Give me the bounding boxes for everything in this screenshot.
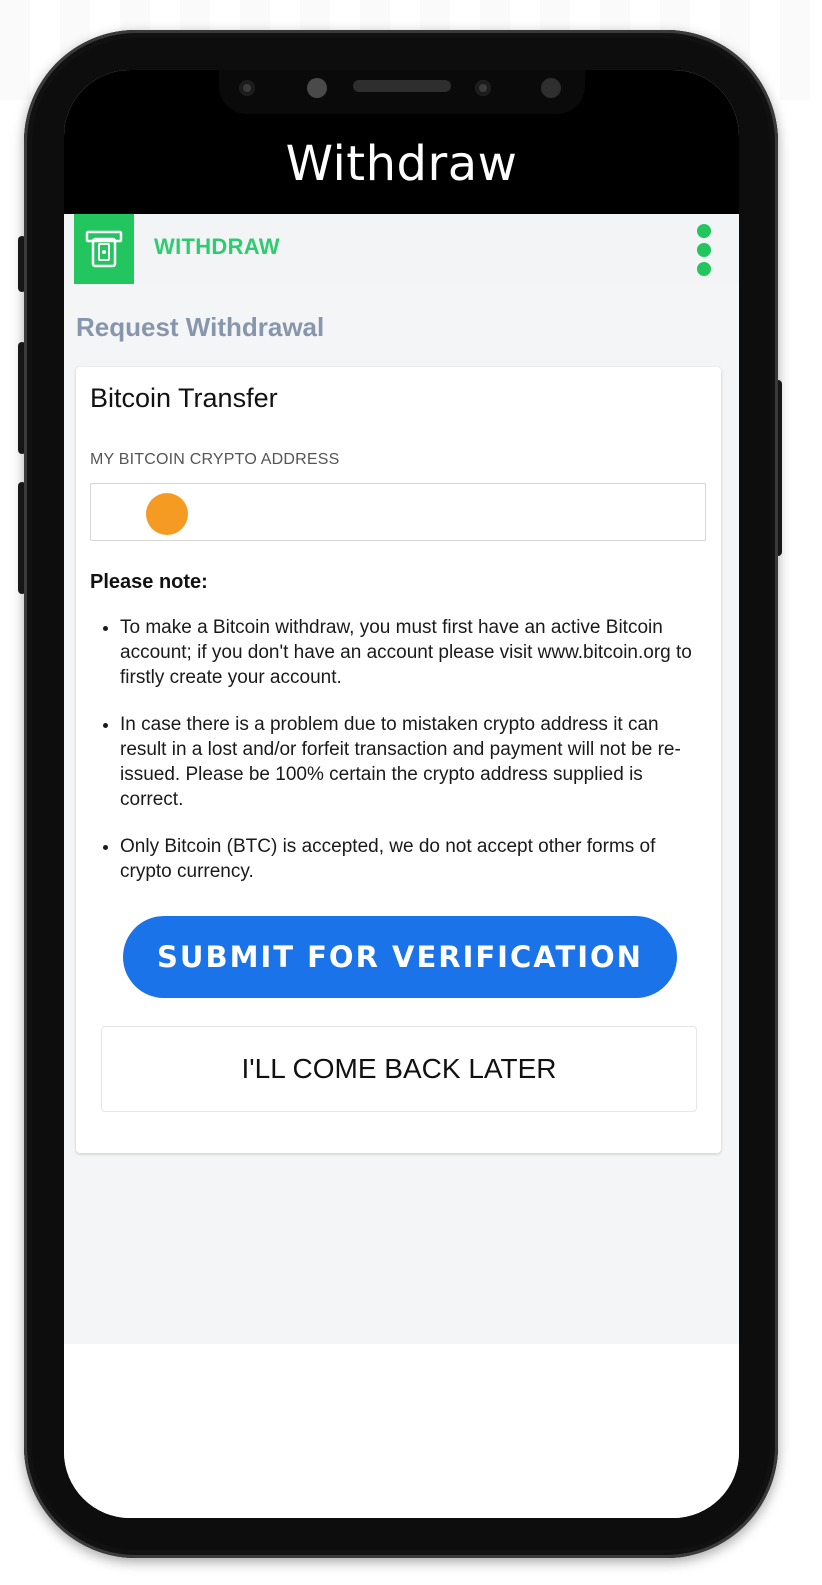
section-title: Request Withdrawal [76, 312, 325, 342]
phone-frame: Withdraw WITHDRAW Request Withdrawal Bit… [24, 30, 778, 1558]
notes-list: To make a Bitcoin withdraw, you must fir… [86, 615, 706, 906]
app-bar-label: WITHDRAW [154, 234, 280, 259]
light-sensor-icon [541, 78, 561, 98]
earpiece-speaker [353, 80, 451, 92]
stage: Withdraw WITHDRAW Request Withdrawal Bit… [0, 0, 822, 1585]
proximity-sensor-icon [475, 80, 491, 96]
come-back-later-button[interactable]: I'LL COME BACK LATER [101, 1026, 697, 1112]
page-title: Withdraw [285, 136, 518, 192]
phone-notch [219, 70, 585, 114]
phone-screen: Withdraw WITHDRAW Request Withdrawal Bit… [64, 70, 739, 1518]
submit-for-verification-button[interactable]: SUBMIT FOR VERIFICATION [123, 916, 677, 998]
kebab-menu-icon[interactable] [692, 224, 716, 278]
screen-bottom-area [64, 1344, 739, 1518]
cursor-indicator-icon [146, 493, 188, 535]
note-item: In case there is a problem due to mistak… [120, 712, 706, 812]
screen-header: Withdraw [64, 70, 739, 214]
card-title: Bitcoin Transfer [90, 383, 278, 413]
note-item: Only Bitcoin (BTC) is accepted, we do no… [120, 834, 706, 884]
bitcoin-address-label: MY BITCOIN CRYPTO ADDRESS [90, 451, 340, 468]
note-item: To make a Bitcoin withdraw, you must fir… [120, 615, 706, 690]
main-content: Request Withdrawal Bitcoin Transfer MY B… [64, 284, 739, 1344]
sensor-icon [307, 78, 327, 98]
front-camera-icon [239, 80, 255, 96]
note-title: Please note: [90, 571, 208, 593]
atm-svg-icon [85, 230, 123, 268]
atm-withdraw-icon[interactable] [74, 214, 134, 284]
bitcoin-transfer-card: Bitcoin Transfer MY BITCOIN CRYPTO ADDRE… [76, 367, 721, 1153]
app-bar: WITHDRAW [64, 214, 739, 284]
